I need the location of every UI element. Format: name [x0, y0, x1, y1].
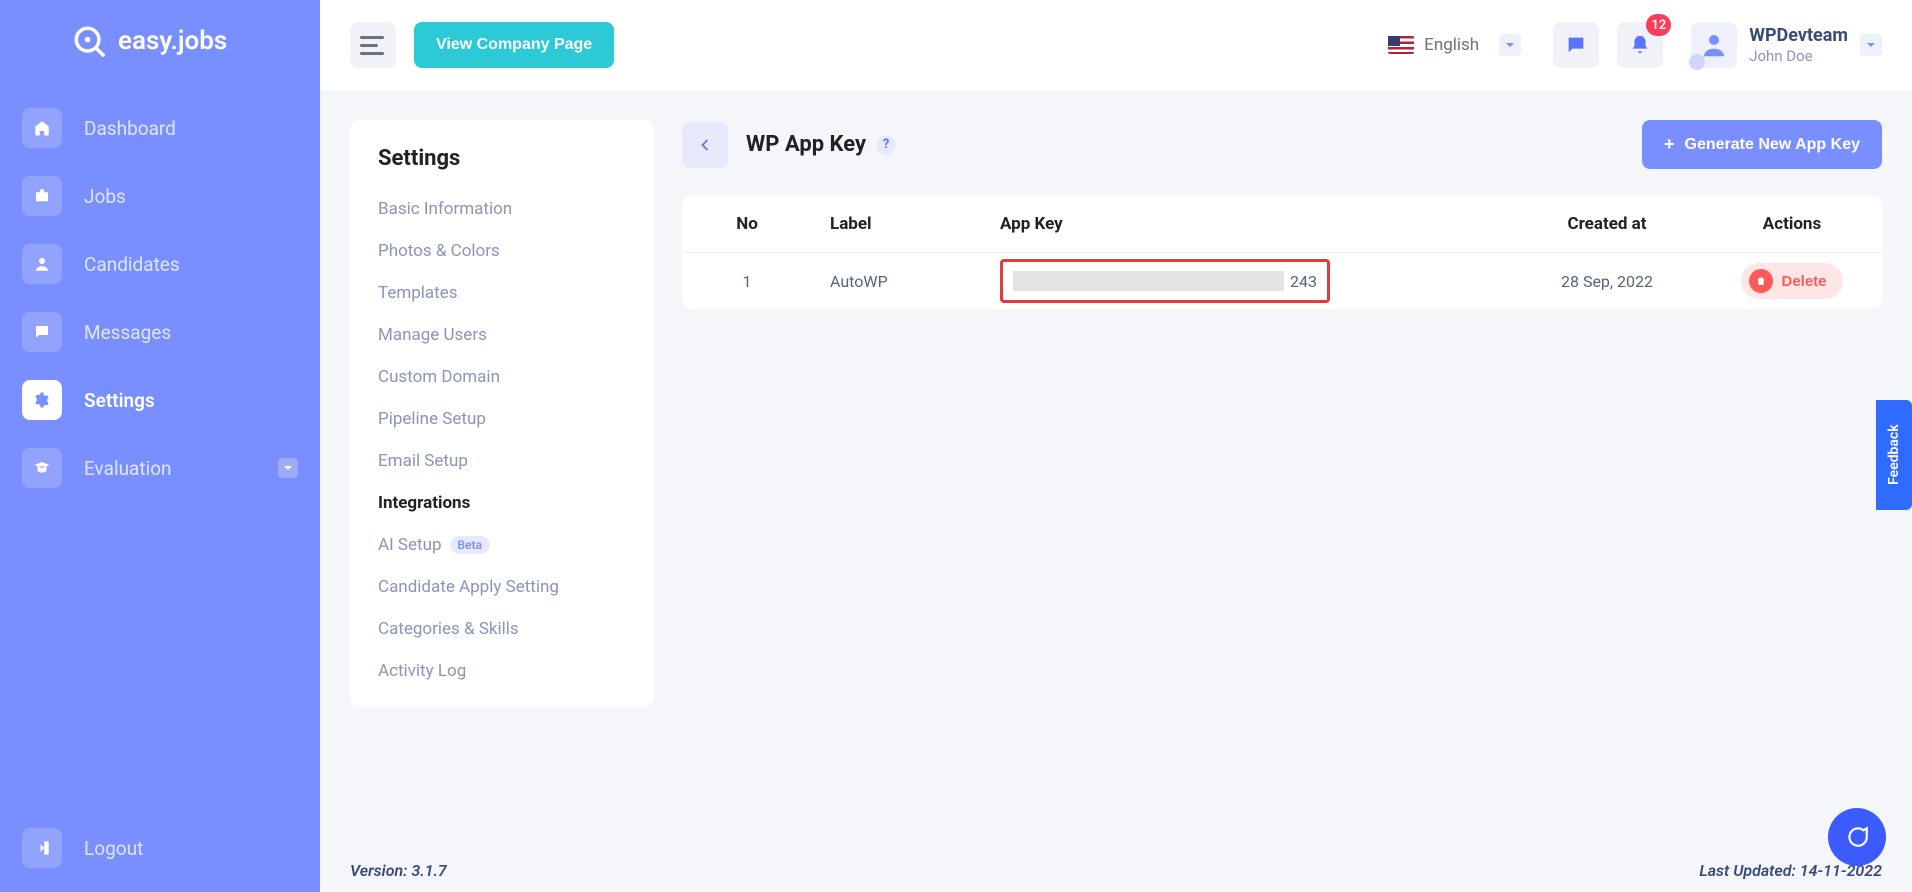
brand-name: easy.jobs [118, 26, 227, 56]
sidebar: easy.jobs Dashboard Jobs Candidates Mess… [0, 0, 320, 892]
main-nav: Dashboard Jobs Candidates Messages Setti… [22, 108, 298, 488]
col-appkey: App Key [982, 214, 1512, 234]
settings-title: Settings [378, 146, 626, 171]
cell-created: 28 Sep, 2022 [1512, 272, 1702, 291]
footer: Version: 3.1.7 Last Updated: 14-11-2022 [320, 849, 1912, 892]
company-name: WPDevteam [1749, 25, 1848, 47]
table-row: 1 AutoWP 243 28 Sep, 2022 [682, 253, 1882, 309]
settings-templates[interactable]: Templates [378, 283, 626, 303]
menu-toggle-button[interactable] [350, 22, 396, 68]
briefcase-icon [22, 176, 62, 216]
notifications-button[interactable]: 12 [1617, 22, 1663, 68]
logout-icon [22, 828, 62, 868]
nav-dashboard[interactable]: Dashboard [22, 108, 298, 148]
settings-manage-users[interactable]: Manage Users [378, 325, 626, 345]
col-actions: Actions [1702, 214, 1882, 234]
settings-integrations[interactable]: Integrations [378, 493, 626, 513]
chevron-down-icon [1499, 34, 1521, 56]
appkey-highlight: 243 [1000, 259, 1330, 303]
nav-evaluation[interactable]: Evaluation [22, 448, 298, 488]
settings-custom-domain[interactable]: Custom Domain [378, 367, 626, 387]
help-icon[interactable]: ? [876, 135, 896, 155]
plus-icon: + [1664, 134, 1675, 155]
messages-button[interactable] [1553, 22, 1599, 68]
nav-messages[interactable]: Messages [22, 312, 298, 352]
appkey-tail: 243 [1290, 272, 1317, 291]
brand-logo[interactable]: easy.jobs [22, 24, 298, 58]
nav-settings[interactable]: Settings [22, 380, 298, 420]
generate-app-key-button[interactable]: + Generate New App Key [1642, 120, 1882, 169]
settings-activity-log[interactable]: Activity Log [378, 661, 626, 681]
app-key-table: No Label App Key Created at Actions 1 Au… [682, 195, 1882, 309]
table-header: No Label App Key Created at Actions [682, 195, 1882, 253]
language-selector[interactable]: English [1374, 26, 1535, 64]
page-title: WP App Key ? [746, 132, 896, 157]
user-icon [22, 244, 62, 284]
us-flag-icon [1388, 36, 1414, 54]
user-name: John Doe [1749, 47, 1848, 65]
settings-pipeline-setup[interactable]: Pipeline Setup [378, 409, 626, 429]
feedback-tab[interactable]: Feedback [1876, 400, 1912, 510]
settings-photos-colors[interactable]: Photos & Colors [378, 241, 626, 261]
beta-badge: Beta [450, 536, 491, 554]
settings-panel: Settings Basic Information Photos & Colo… [350, 120, 654, 707]
notification-count: 12 [1646, 14, 1671, 36]
trash-icon [1749, 269, 1773, 293]
chat-fab[interactable] [1828, 808, 1886, 866]
settings-email-setup[interactable]: Email Setup [378, 451, 626, 471]
chevron-down-icon [278, 458, 298, 478]
logo-icon [72, 24, 106, 58]
logout-label: Logout [84, 837, 143, 860]
settings-candidate-apply[interactable]: Candidate Apply Setting [378, 577, 626, 597]
version: Version: 3.1.7 [350, 861, 447, 880]
settings-categories-skills[interactable]: Categories & Skills [378, 619, 626, 639]
appkey-masked [1013, 271, 1284, 291]
cell-actions: Delete [1702, 263, 1882, 299]
settings-list: Basic Information Photos & Colors Templa… [378, 199, 626, 681]
view-company-button[interactable]: View Company Page [414, 22, 614, 68]
nav-label: Candidates [84, 253, 180, 276]
nav-candidates[interactable]: Candidates [22, 244, 298, 284]
nav-label: Dashboard [84, 117, 176, 140]
language-label: English [1424, 35, 1479, 55]
page: WP App Key ? + Generate New App Key No L… [682, 120, 1882, 819]
content: Settings Basic Information Photos & Colo… [320, 90, 1912, 849]
gear-icon [22, 380, 62, 420]
chevron-down-icon [1860, 34, 1882, 56]
settings-basic-info[interactable]: Basic Information [378, 199, 626, 219]
delete-button[interactable]: Delete [1741, 263, 1842, 299]
nav-label: Evaluation [84, 457, 172, 480]
col-no: No [682, 214, 812, 234]
avatar [1691, 22, 1737, 68]
profile-menu[interactable]: WPDevteam John Doe [1691, 22, 1882, 68]
nav-label: Settings [84, 389, 155, 412]
home-icon [22, 108, 62, 148]
nav-label: Jobs [84, 185, 126, 208]
page-header: WP App Key ? + Generate New App Key [682, 120, 1882, 169]
nav-jobs[interactable]: Jobs [22, 176, 298, 216]
col-created: Created at [1512, 214, 1702, 234]
logout-button[interactable]: Logout [22, 828, 298, 868]
col-label: Label [812, 214, 982, 234]
cell-appkey: 243 [982, 259, 1512, 303]
settings-ai-setup[interactable]: AI Setup Beta [378, 535, 626, 555]
message-icon [22, 312, 62, 352]
cell-no: 1 [682, 272, 812, 291]
topbar: View Company Page English 12 WPDevteam J… [320, 0, 1912, 90]
cell-label: AutoWP [812, 272, 982, 291]
graduation-icon [22, 448, 62, 488]
main-area: View Company Page English 12 WPDevteam J… [320, 0, 1912, 892]
back-button[interactable] [682, 122, 728, 168]
nav-label: Messages [84, 321, 171, 344]
